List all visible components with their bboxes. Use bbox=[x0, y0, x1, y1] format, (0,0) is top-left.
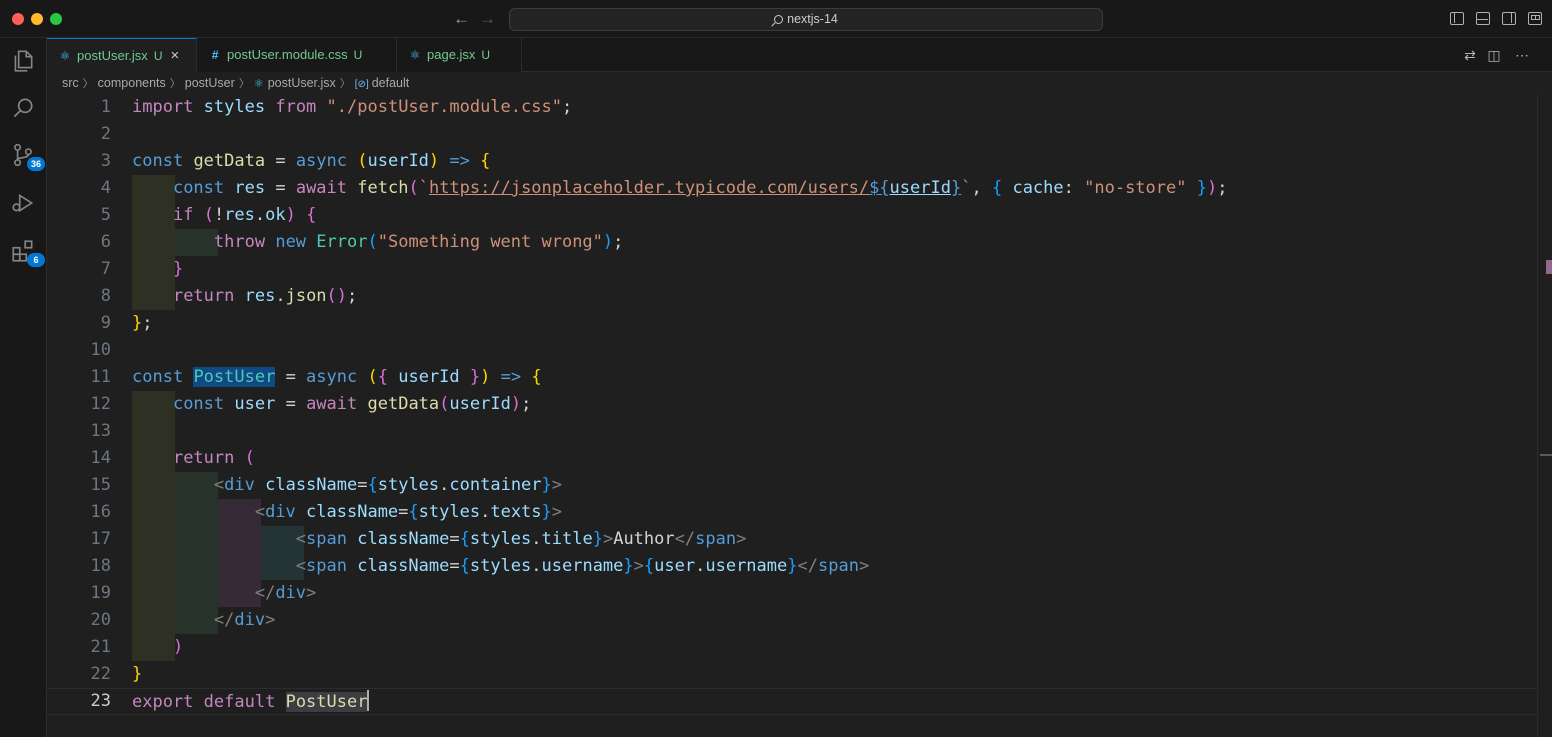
breadcrumb-postuser[interactable]: postUser bbox=[185, 76, 235, 90]
code-line: ) bbox=[172, 637, 184, 657]
line-number: 8 bbox=[100, 286, 111, 306]
tab-label: page.jsx bbox=[427, 47, 476, 62]
line-number: 5 bbox=[100, 205, 111, 225]
code-line: throw new Error("Something went wrong"); bbox=[213, 232, 624, 252]
chevron-right-icon: 〉 bbox=[339, 78, 351, 90]
line-number: 3 bbox=[100, 151, 111, 171]
tab-label: postUser.jsx bbox=[77, 48, 148, 63]
line-number: 19 bbox=[90, 583, 111, 603]
line-number: 17 bbox=[90, 529, 111, 549]
toggle-primary-sidebar-icon[interactable] bbox=[1450, 12, 1464, 25]
line-number: 10 bbox=[90, 340, 111, 360]
toggle-panel-icon[interactable] bbox=[1476, 12, 1490, 25]
code-line: const getData = async (userId) => { bbox=[132, 151, 491, 171]
back-arrow-icon[interactable]: ← bbox=[453, 9, 470, 29]
untracked-badge: U bbox=[353, 48, 363, 62]
react-icon: ⚛ bbox=[59, 49, 71, 63]
code-line: const PostUser = async ({ userId }) => { bbox=[132, 367, 542, 387]
breadcrumb-components[interactable]: components bbox=[98, 76, 166, 90]
line-number-gutter: 1 2 3 4 5 6 7 8 9 10 11 12 13 14 15 16 1… bbox=[47, 94, 119, 737]
extensions-badge: 6 bbox=[27, 253, 45, 267]
breadcrumb-src[interactable]: src bbox=[62, 76, 79, 90]
breadcrumb-symbol[interactable]: default bbox=[372, 76, 410, 90]
code-editor[interactable]: 1 2 3 4 5 6 7 8 9 10 11 12 13 14 15 16 1… bbox=[47, 94, 1537, 737]
overview-ruler[interactable] bbox=[1537, 94, 1552, 737]
source-control-badge: 36 bbox=[27, 157, 45, 171]
tab-postuser-module-css[interactable]: # postUser.module.css U bbox=[197, 38, 397, 72]
line-number: 11 bbox=[90, 367, 111, 387]
forward-arrow-icon[interactable]: → bbox=[479, 9, 496, 29]
tab-label: postUser.module.css bbox=[227, 47, 348, 62]
code-line: if (!res.ok) { bbox=[172, 205, 317, 225]
ruler-marker bbox=[1540, 454, 1552, 456]
line-number: 1 bbox=[100, 97, 111, 117]
untracked-badge: U bbox=[153, 49, 163, 63]
code-line: <span className={styles.title}>Author</s… bbox=[295, 529, 747, 549]
code-line: return res.json(); bbox=[172, 286, 358, 306]
line-number: 13 bbox=[90, 421, 111, 441]
toggle-secondary-sidebar-icon[interactable] bbox=[1502, 12, 1516, 25]
activity-bar: 36 6 bbox=[0, 38, 47, 737]
search-icon bbox=[774, 15, 784, 24]
maximize-window-button[interactable] bbox=[50, 13, 62, 25]
code-line: const res = await fetch(`https://jsonpla… bbox=[172, 178, 1228, 198]
line-number: 15 bbox=[90, 475, 111, 495]
line-number: 14 bbox=[90, 448, 111, 468]
code-line: const user = await getData(userId); bbox=[172, 394, 532, 414]
more-actions-icon[interactable]: ⋯ bbox=[1514, 48, 1530, 64]
ruler-marker bbox=[1546, 260, 1552, 274]
line-number: 12 bbox=[90, 394, 111, 414]
symbol-variable-icon: [⊘] bbox=[354, 79, 369, 90]
minimize-window-button[interactable] bbox=[31, 13, 43, 25]
search-icon[interactable] bbox=[10, 95, 36, 121]
line-number: 22 bbox=[90, 664, 111, 684]
code-line: }; bbox=[132, 313, 153, 333]
window-title: nextjs-14 bbox=[787, 12, 838, 26]
chevron-right-icon: 〉 bbox=[169, 78, 181, 90]
customize-layout-icon[interactable] bbox=[1528, 12, 1542, 25]
css-icon: # bbox=[211, 48, 219, 62]
code-line: </div> bbox=[213, 610, 276, 630]
react-icon: ⚛ bbox=[409, 48, 421, 62]
tab-page-jsx[interactable]: ⚛ page.jsx U bbox=[397, 38, 522, 72]
line-number: 4 bbox=[100, 178, 111, 198]
code-line: } bbox=[172, 259, 184, 279]
line-number: 21 bbox=[90, 637, 111, 657]
source-control-icon[interactable]: 36 bbox=[10, 142, 45, 171]
code-line: </div> bbox=[254, 583, 317, 603]
code-line: <div className={styles.container}> bbox=[213, 475, 563, 495]
text-cursor bbox=[367, 690, 370, 711]
code-line: } bbox=[132, 664, 143, 684]
code-line: <span className={styles.username}>{user.… bbox=[295, 556, 870, 576]
line-number: 9 bbox=[100, 313, 111, 333]
editor-tab-bar: ⚛ postUser.jsx U × # postUser.module.css U ⚛ p… bbox=[47, 38, 1552, 73]
close-icon[interactable]: × bbox=[170, 47, 179, 64]
line-number: 6 bbox=[100, 232, 111, 252]
untracked-badge: U bbox=[481, 48, 491, 62]
explorer-icon[interactable] bbox=[10, 48, 36, 74]
tab-postuser-jsx[interactable]: ⚛ postUser.jsx U × bbox=[47, 38, 197, 73]
line-number: 16 bbox=[90, 502, 111, 522]
code-line: <div className={styles.texts}> bbox=[254, 502, 563, 522]
split-editor-icon[interactable]: ◫ bbox=[1486, 48, 1502, 64]
line-number: 18 bbox=[90, 556, 111, 576]
line-number: 7 bbox=[100, 259, 111, 279]
code-line: return ( bbox=[172, 448, 255, 468]
command-center-search[interactable]: nextjs-14 bbox=[509, 8, 1103, 31]
breadcrumb: src 〉 components 〉 postUser 〉 ⚛ postUser.jsx 〉 [⊘… bbox=[47, 72, 1537, 94]
open-changes-icon[interactable]: ⇄ bbox=[1462, 48, 1478, 64]
chevron-right-icon: 〉 bbox=[82, 78, 94, 90]
line-number: 20 bbox=[90, 610, 111, 630]
close-window-button[interactable] bbox=[12, 13, 24, 25]
breadcrumb-file[interactable]: postUser.jsx bbox=[268, 76, 336, 90]
line-number: 2 bbox=[100, 124, 111, 144]
chevron-right-icon: 〉 bbox=[238, 78, 250, 90]
title-bar: ← → nextjs-14 bbox=[0, 0, 1552, 38]
run-debug-icon[interactable] bbox=[10, 190, 36, 216]
react-icon: ⚛ bbox=[253, 78, 264, 90]
code-line-current: export default PostUser bbox=[47, 688, 1537, 715]
extensions-icon[interactable]: 6 bbox=[10, 238, 45, 267]
code-area[interactable]: import styles from "./postUser.module.cs… bbox=[47, 94, 1537, 737]
code-line: import styles from "./postUser.module.cs… bbox=[132, 97, 573, 117]
